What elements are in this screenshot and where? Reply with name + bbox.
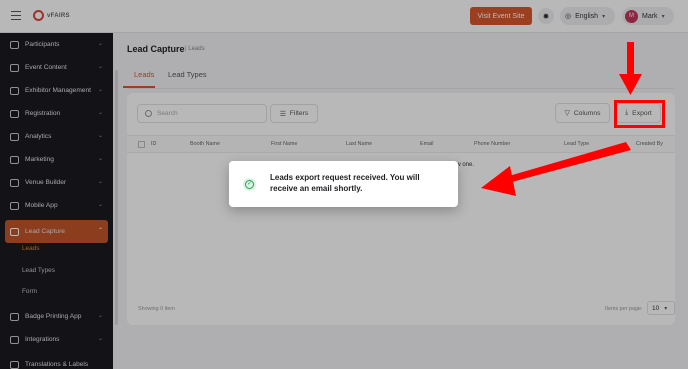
success-icon: ✓ [243,177,256,191]
check-icon: ✓ [245,179,254,189]
export-highlight-box [614,100,665,128]
success-toast: ✓ Leads export request received. You wil… [229,161,458,207]
toast-message: Leads export request received. You will … [270,173,420,193]
